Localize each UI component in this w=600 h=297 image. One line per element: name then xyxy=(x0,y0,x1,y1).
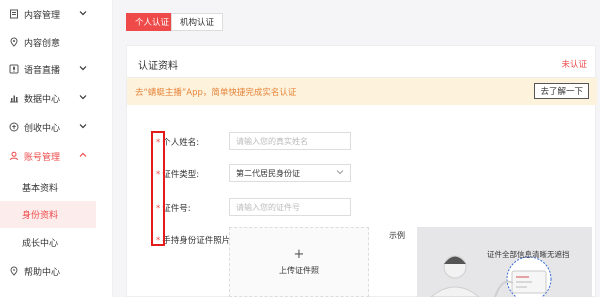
sidebar-subitem-growth-center[interactable]: 成长中心 xyxy=(0,229,96,256)
bar-chart-icon xyxy=(8,92,20,104)
tab-label: 机构认证 xyxy=(180,18,215,28)
tab-organization-verification[interactable]: 机构认证 xyxy=(171,13,224,31)
example-label: 示例 xyxy=(389,231,405,240)
sidebar-item-voice-live[interactable]: 语音直播 xyxy=(0,55,113,83)
id-type-select[interactable]: 第二代居民身份证 xyxy=(229,164,351,182)
sidebar-item-account-management[interactable]: 账号管理 xyxy=(0,142,113,170)
panel-title: 认证资料 xyxy=(138,61,178,72)
chevron-down-icon xyxy=(79,122,87,130)
sidebar-item-label: 帮助中心 xyxy=(24,267,61,278)
tab-label: 个人认证 xyxy=(135,18,170,28)
sidebar-item-label: 创收中心 xyxy=(24,123,61,134)
sidebar-item-content-creative[interactable]: 内容创意 xyxy=(0,28,113,56)
sidebar-subitem-basic-info[interactable]: 基本资料 xyxy=(0,174,96,201)
sidebar-item-label: 内容管理 xyxy=(24,10,61,21)
photo-label-text: 手持身份证件照片: xyxy=(162,236,234,246)
example-image: 证件全部信息清晰无遮挡 xyxy=(417,227,592,297)
sidebar-item-revenue-center[interactable]: 创收中心 xyxy=(0,113,113,141)
sidebar-item-label: 账号管理 xyxy=(24,152,61,163)
plus-icon: + xyxy=(293,247,305,262)
upload-photo-area[interactable]: + 上传证件照 xyxy=(229,227,369,297)
user-icon xyxy=(8,150,20,162)
app-banner: 去“蜻蜓主播”App，简单快捷完成实名认证 xyxy=(127,78,597,105)
location-pin-icon xyxy=(8,36,20,48)
upload-label: 上传证件照 xyxy=(279,266,319,275)
sidebar-item-label: 内容创意 xyxy=(24,38,61,49)
chevron-down-icon xyxy=(79,93,87,101)
sidebar-item-label: 语音直播 xyxy=(24,65,61,76)
sidebar-subitem-identity-info[interactable]: 身份资料 xyxy=(0,201,96,228)
chevron-down-icon xyxy=(79,64,87,72)
sidebar-subitem-label: 基本资料 xyxy=(22,184,59,194)
chevron-down-icon xyxy=(79,9,87,17)
sidebar-subitem-label: 成长中心 xyxy=(22,239,59,249)
sidebar-subitem-label: 身份资料 xyxy=(22,211,59,221)
name-placeholder: 请输入您的真实姓名 xyxy=(236,136,308,146)
status-badge: 未认证 xyxy=(561,60,587,70)
id-number-placeholder: 请输入您的证件号 xyxy=(236,202,300,212)
chevron-down-icon xyxy=(336,168,344,178)
learn-more-button[interactable]: 去了解一下 xyxy=(534,83,589,99)
sidebar-item-data-center[interactable]: 数据中心 xyxy=(0,84,113,112)
banner-text: 去“蜻蜓主播”App，简单快捷完成实名认证 xyxy=(135,87,297,98)
microphone-box-icon xyxy=(8,63,20,75)
example-caption: 证件全部信息清晰无遮挡 xyxy=(487,250,570,259)
sidebar-item-content-management[interactable]: 内容管理 xyxy=(0,0,113,28)
name-input[interactable]: 请输入您的真实姓名 xyxy=(229,132,351,150)
id-type-value: 第二代居民身份证 xyxy=(236,168,300,178)
help-icon xyxy=(8,265,20,277)
id-number-label-text: 证件号: xyxy=(162,204,191,214)
id-number-input[interactable]: 请输入您的证件号 xyxy=(229,198,351,216)
sidebar-item-label: 数据中心 xyxy=(24,94,61,105)
chevron-up-icon xyxy=(79,151,87,159)
sidebar: 内容管理 内容创意 语音直播 数据中心 创收中心 账号管理 基本资料 身份资料 … xyxy=(0,0,113,297)
document-icon xyxy=(8,8,20,20)
coin-icon xyxy=(8,121,20,133)
photo-label: * 手持身份证件照片: xyxy=(156,234,233,246)
id-type-label-text: 证件类型: xyxy=(162,170,200,180)
name-label-text: 个人姓名: xyxy=(162,138,200,148)
required-marks-highlight xyxy=(151,131,165,246)
sidebar-item-help-center[interactable]: 帮助中心 xyxy=(0,257,113,285)
